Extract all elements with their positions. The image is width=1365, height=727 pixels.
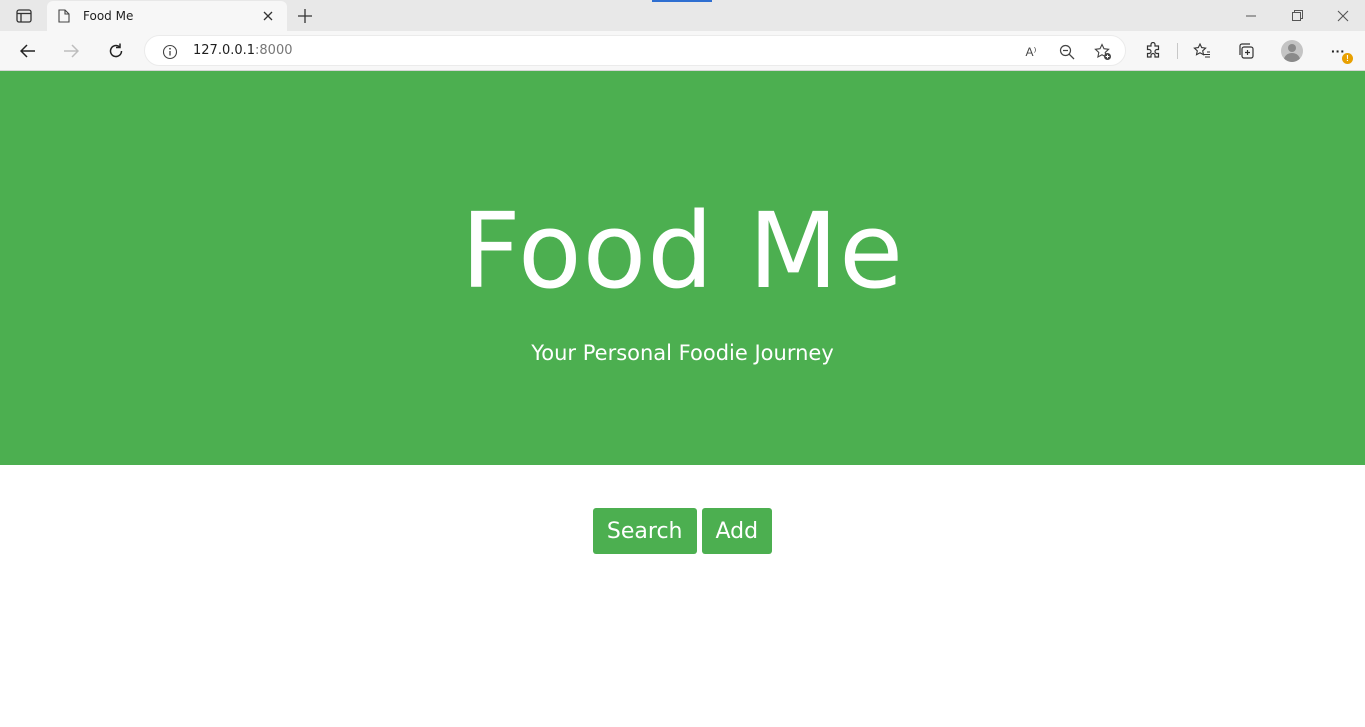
- page-title: Food Me: [460, 190, 905, 312]
- sidebar-icon[interactable]: [10, 6, 38, 26]
- page-subtitle: Your Personal Foodie Journey: [531, 341, 834, 365]
- collections-icon[interactable]: [1231, 36, 1261, 66]
- close-window-icon[interactable]: [1320, 0, 1365, 31]
- url-host: 127.0.0.1: [193, 43, 256, 58]
- search-button[interactable]: Search: [592, 508, 697, 554]
- forward-icon[interactable]: [56, 36, 86, 66]
- zoom-out-icon[interactable]: [1056, 41, 1078, 63]
- loading-indicator: [652, 0, 712, 2]
- page-icon: [57, 8, 71, 24]
- restore-icon[interactable]: [1274, 0, 1320, 31]
- profile-icon[interactable]: [1277, 36, 1307, 66]
- notification-badge: !: [1342, 53, 1353, 64]
- browser-tab[interactable]: Food Me: [47, 1, 287, 31]
- extensions-icon[interactable]: [1138, 36, 1168, 66]
- browser-toolbar: 127.0.0.1:8000 A⁾ ··· !: [0, 31, 1365, 71]
- add-button[interactable]: Add: [701, 508, 773, 554]
- refresh-icon[interactable]: [101, 36, 131, 66]
- avatar: [1281, 40, 1303, 62]
- hero-banner: Food Me Your Personal Foodie Journey: [0, 71, 1365, 465]
- minimize-icon[interactable]: [1228, 0, 1274, 31]
- favorites-icon[interactable]: [1187, 36, 1217, 66]
- read-aloud-icon[interactable]: A⁾: [1020, 41, 1042, 63]
- close-icon[interactable]: [259, 7, 277, 25]
- more-icon[interactable]: ··· !: [1323, 36, 1353, 66]
- plus-icon[interactable]: [292, 5, 318, 27]
- add-favorite-icon[interactable]: [1092, 41, 1114, 63]
- back-icon[interactable]: [13, 36, 43, 66]
- url-text: 127.0.0.1:8000: [193, 43, 293, 58]
- info-icon[interactable]: [161, 43, 179, 61]
- url-port: :8000: [255, 43, 293, 58]
- toolbar-divider: [1177, 43, 1178, 59]
- address-bar[interactable]: 127.0.0.1:8000 A⁾: [144, 35, 1126, 66]
- action-buttons: Search Add: [0, 508, 1365, 554]
- tab-title: Food Me: [83, 9, 134, 23]
- browser-tab-strip: Food Me: [0, 0, 1365, 31]
